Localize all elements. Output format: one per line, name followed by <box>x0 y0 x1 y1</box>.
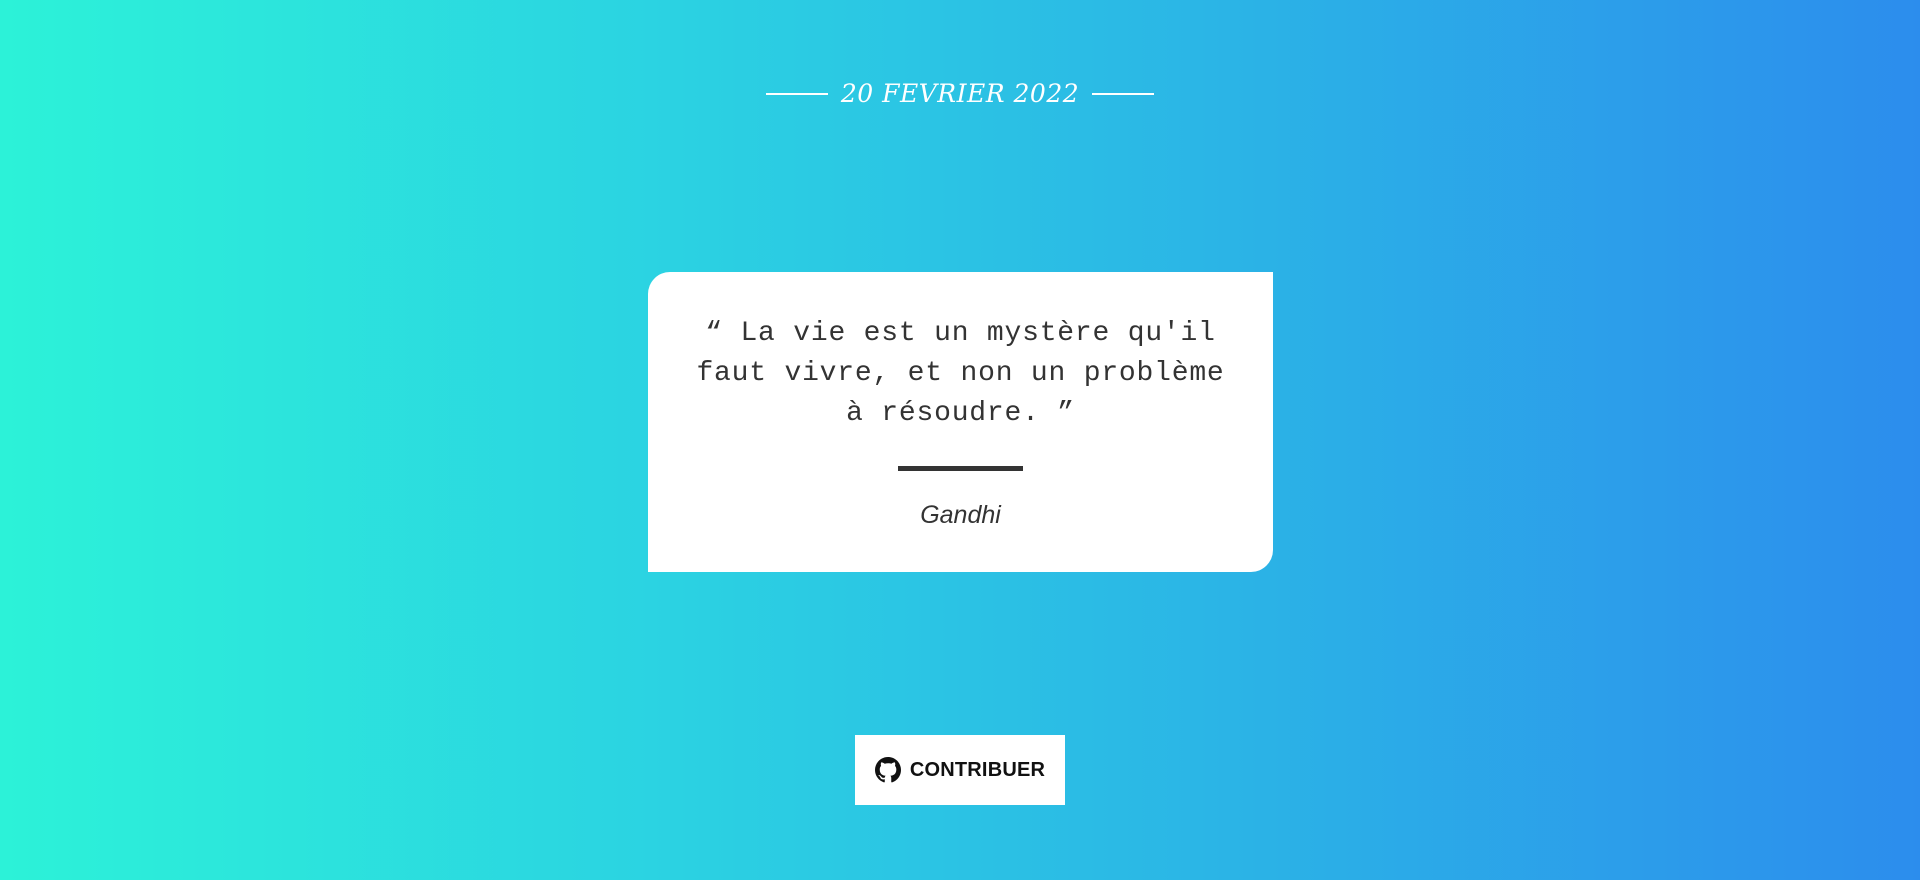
contribute-button[interactable]: CONTRIBUER <box>855 735 1065 805</box>
date-line-left <box>765 93 828 95</box>
quote-card: “ La vie est un mystère qu'il faut vivre… <box>648 272 1273 572</box>
contribute-label: CONTRIBUER <box>909 758 1046 781</box>
quote-text: “ La vie est un mystère qu'il faut vivre… <box>696 318 1225 429</box>
date-text: 20 FEVRIER 2022 <box>840 79 1080 108</box>
date-line-right <box>1092 93 1155 95</box>
github-icon <box>874 757 901 783</box>
quote-divider <box>898 466 1023 471</box>
quote-author: Gandhi <box>920 501 1001 529</box>
date-header: 20 FEVRIER 2022 <box>0 74 1920 114</box>
